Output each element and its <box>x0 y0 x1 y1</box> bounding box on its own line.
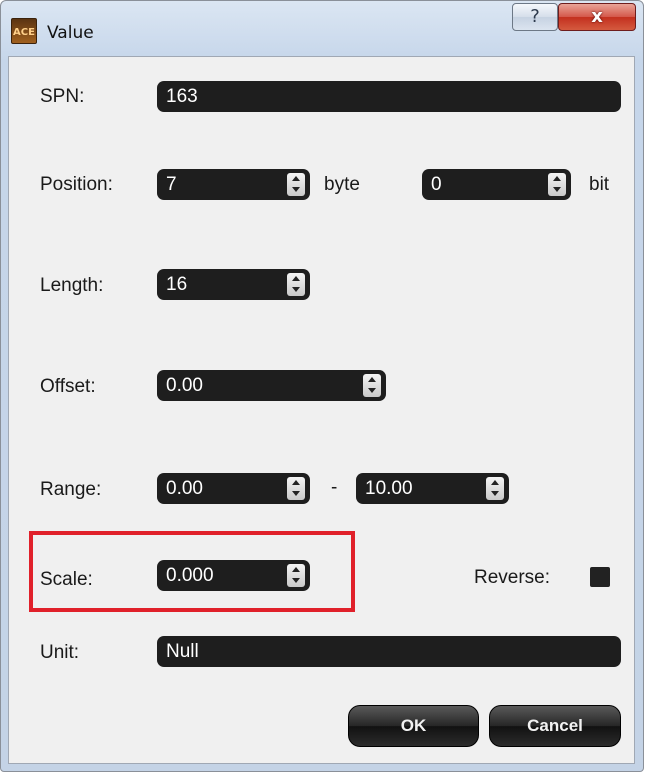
spin-buttons <box>287 273 305 296</box>
range-max-value: 10.00 <box>365 478 413 499</box>
reverse-checkbox[interactable] <box>590 567 610 587</box>
bit-unit-label: bit <box>589 174 610 195</box>
close-icon[interactable]: x <box>558 3 636 31</box>
spin-up-icon[interactable] <box>363 374 381 385</box>
position-label: Position: <box>40 174 113 195</box>
unit-field[interactable]: Null <box>157 636 621 667</box>
position-byte-value: 7 <box>166 174 177 195</box>
spin-buttons <box>548 173 566 196</box>
ok-button[interactable]: OK <box>348 705 479 747</box>
position-byte-spinbox[interactable]: 7 <box>157 169 310 200</box>
offset-value: 0.00 <box>166 375 203 396</box>
range-separator: - <box>331 477 338 498</box>
offset-spinbox[interactable]: 0.00 <box>157 370 386 401</box>
length-label: Length: <box>40 275 104 296</box>
position-bit-value: 0 <box>431 174 442 195</box>
spn-value: 163 <box>166 86 198 107</box>
spin-buttons <box>363 374 381 397</box>
window-title: Value <box>47 23 94 43</box>
help-icon[interactable]: ? <box>512 3 558 31</box>
cancel-button[interactable]: Cancel <box>489 705 621 747</box>
unit-value: Null <box>166 641 199 662</box>
range-label: Range: <box>40 479 102 500</box>
spin-up-icon[interactable] <box>287 273 305 284</box>
range-max-spinbox[interactable]: 10.00 <box>356 473 509 504</box>
reverse-label: Reverse: <box>474 567 551 588</box>
offset-label: Offset: <box>40 376 96 397</box>
spin-up-icon[interactable] <box>548 173 566 184</box>
spn-label: SPN: <box>40 86 85 107</box>
spin-down-icon[interactable] <box>287 185 305 196</box>
spin-down-icon[interactable] <box>486 489 504 500</box>
range-min-value: 0.00 <box>166 478 203 499</box>
spin-buttons <box>287 477 305 500</box>
length-value: 16 <box>166 274 188 295</box>
title-bar[interactable]: ACE Value ? x <box>1 1 643 55</box>
unit-label: Unit: <box>40 642 80 663</box>
scale-highlight-box <box>29 531 355 612</box>
spin-up-icon[interactable] <box>287 477 305 488</box>
spin-down-icon[interactable] <box>287 285 305 296</box>
length-spinbox[interactable]: 16 <box>157 269 310 300</box>
spin-down-icon[interactable] <box>287 489 305 500</box>
byte-unit-label: byte <box>324 174 360 195</box>
spin-buttons <box>486 477 504 500</box>
spin-down-icon[interactable] <box>363 386 381 397</box>
spin-up-icon[interactable] <box>287 173 305 184</box>
range-min-spinbox[interactable]: 0.00 <box>157 473 310 504</box>
spin-buttons <box>287 173 305 196</box>
spin-down-icon[interactable] <box>548 185 566 196</box>
spn-field[interactable]: 163 <box>157 81 621 112</box>
app-icon: ACE <box>11 18 37 44</box>
spin-up-icon[interactable] <box>486 477 504 488</box>
position-bit-spinbox[interactable]: 0 <box>422 169 571 200</box>
